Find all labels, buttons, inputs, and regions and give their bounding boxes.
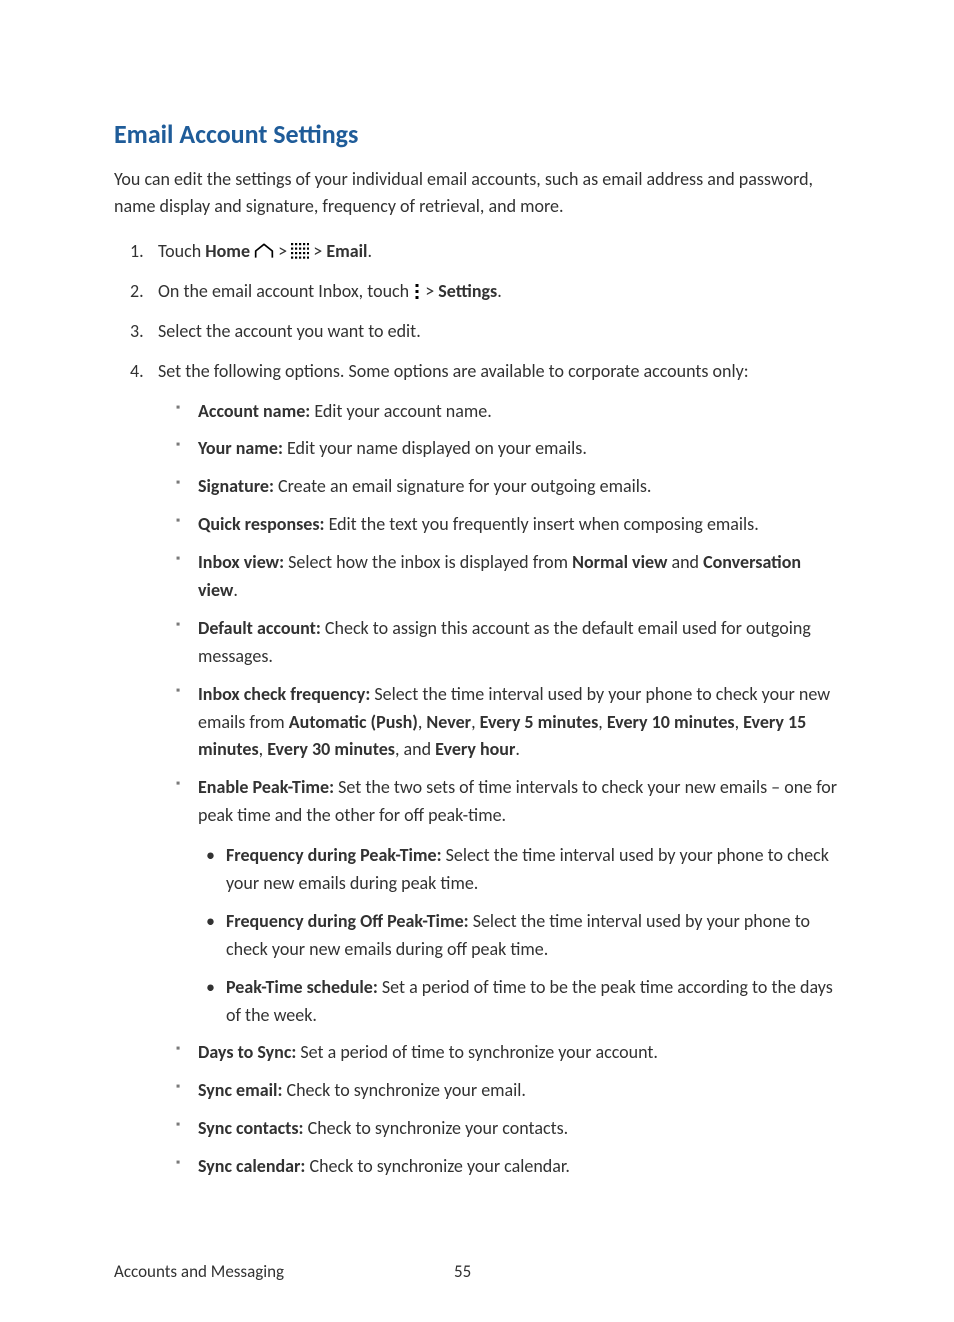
sub-peak-schedule: Peak-Time schedule: Set a period of time… [226, 974, 844, 1030]
sub-label: Peak-Time schedule: [226, 976, 378, 998]
email-label: Email [326, 240, 367, 262]
v: Automatic (Push) [289, 711, 418, 733]
opt-sync-contacts: Sync contacts: Check to synchronize your… [198, 1115, 844, 1143]
opt-desc: Check to synchronize your email. [282, 1079, 526, 1101]
gt: > [309, 240, 326, 262]
steps-list: Touch Home > > Email. On the email accou… [114, 238, 844, 1181]
page-footer: Accounts and Messaging 55 [114, 1261, 844, 1282]
opt-label: Sync contacts: [198, 1117, 304, 1139]
t: , [471, 711, 480, 733]
apps-grid-icon [291, 243, 309, 259]
options-list: Account name: Edit your account name. Yo… [158, 398, 844, 1181]
opt-label: Quick responses: [198, 513, 325, 535]
opt-label: Sync calendar: [198, 1155, 305, 1177]
opt-days-to-sync: Days to Sync: Set a period of time to sy… [198, 1039, 844, 1067]
t: and [667, 551, 703, 573]
v: Every 30 minutes [267, 738, 395, 760]
opt-your-name: Your name: Edit your name displayed on y… [198, 435, 844, 463]
opt-enable-peak-time: Enable Peak-Time: Set the two sets of ti… [198, 774, 844, 1029]
opt-desc: Set a period of time to synchronize your… [296, 1041, 658, 1063]
opt-label: Default account: [198, 617, 321, 639]
opt-label: Enable Peak-Time: [198, 776, 334, 798]
document-page: Email Account Settings You can edit the … [0, 0, 954, 1322]
step-text: On the email account Inbox, touch [158, 280, 413, 302]
opt-inbox-view: Inbox view: Select how the inbox is disp… [198, 549, 844, 605]
opt-label: Account name: [198, 400, 310, 422]
opt-desc: Check to synchronize your contacts. [304, 1117, 569, 1139]
gt: > [274, 240, 291, 262]
t: , [598, 711, 607, 733]
peak-sublist: Frequency during Peak-Time: Select the t… [198, 842, 844, 1029]
opt-sync-email: Sync email: Check to synchronize your em… [198, 1077, 844, 1105]
sub-label: Frequency during Peak-Time: [226, 844, 442, 866]
opt-label: Sync email: [198, 1079, 282, 1101]
settings-label: Settings [438, 280, 497, 302]
page-title: Email Account Settings [114, 118, 844, 150]
opt-desc: Edit the text you frequently insert when… [325, 513, 759, 535]
opt-label: Your name: [198, 437, 283, 459]
step-2: On the email account Inbox, touch > Sett… [158, 278, 844, 306]
t: , and [395, 738, 435, 760]
sub-freq-off-peak: Frequency during Off Peak-Time: Select t… [226, 908, 844, 964]
opt-sync-calendar: Sync calendar: Check to synchronize your… [198, 1153, 844, 1181]
opt-desc: Select how the inbox is displayed from [284, 551, 572, 573]
footer-section-name: Accounts and Messaging [114, 1261, 454, 1282]
sub-freq-peak: Frequency during Peak-Time: Select the t… [226, 842, 844, 898]
opt-label: Days to Sync: [198, 1041, 296, 1063]
normal-view-label: Normal view [572, 551, 667, 573]
dot: . [367, 240, 372, 262]
opt-account-name: Account name: Edit your account name. [198, 398, 844, 426]
gt: > [421, 280, 438, 302]
step-4: Set the following options. Some options … [158, 358, 844, 1181]
v: Every 5 minutes [480, 711, 599, 733]
footer-page-number: 55 [454, 1261, 471, 1282]
opt-desc: Check to synchronize your calendar. [305, 1155, 570, 1177]
intro-paragraph: You can edit the settings of your indivi… [114, 166, 844, 220]
opt-label: Signature: [198, 475, 274, 497]
opt-desc: Create an email signature for your outgo… [274, 475, 651, 497]
step-3: Select the account you want to edit. [158, 318, 844, 346]
sub-label: Frequency during Off Peak-Time: [226, 910, 469, 932]
v: Never [426, 711, 471, 733]
opt-default-account: Default account: Check to assign this ac… [198, 615, 844, 671]
step-text: Touch [158, 240, 205, 262]
step-1: Touch Home > > Email. [158, 238, 844, 266]
opt-inbox-check-frequency: Inbox check frequency: Select the time i… [198, 681, 844, 765]
opt-quick-responses: Quick responses: Edit the text you frequ… [198, 511, 844, 539]
t: , [259, 738, 268, 760]
step-text: Set the following options. Some options … [158, 360, 749, 382]
home-icon [254, 243, 274, 259]
dot: . [233, 579, 238, 601]
dot: . [497, 280, 502, 302]
t: , [735, 711, 744, 733]
opt-label: Inbox view: [198, 551, 284, 573]
v: Every 10 minutes [607, 711, 735, 733]
opt-label: Inbox check frequency: [198, 683, 370, 705]
opt-desc: Edit your account name. [310, 400, 492, 422]
v: Every hour [435, 738, 515, 760]
opt-signature: Signature: Create an email signature for… [198, 473, 844, 501]
home-label: Home [205, 240, 250, 262]
dot: . [515, 738, 520, 760]
overflow-menu-icon [413, 284, 421, 300]
opt-desc: Edit your name displayed on your emails. [283, 437, 587, 459]
